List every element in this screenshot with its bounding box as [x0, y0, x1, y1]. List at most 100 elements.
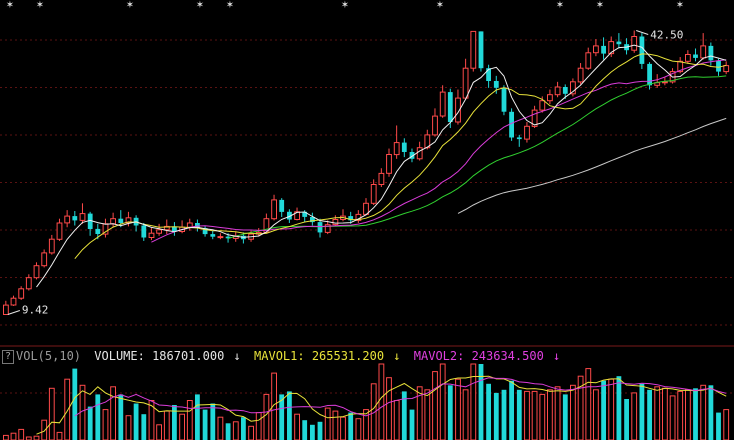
volume-bar: [133, 403, 139, 440]
volume-bar: [631, 392, 638, 440]
candle: [416, 147, 423, 160]
volume-bar: [302, 420, 308, 440]
volume-bar: [424, 389, 431, 440]
candle: [148, 232, 155, 238]
volume-bar: [439, 363, 446, 440]
volume-bar: [10, 432, 17, 440]
volume-legend: ? VOL(5,10) VOLUME: 186701.000 ↓ MAVOL1: …: [0, 348, 734, 364]
volume-bar: [172, 405, 177, 440]
candle: [708, 45, 714, 61]
volume-bar: [64, 378, 71, 440]
candle: [723, 65, 730, 73]
volume-bar: [33, 435, 40, 440]
event-marker-icon: ✶: [6, 0, 14, 11]
low-price-label: 9.42: [22, 303, 49, 316]
volume-value-label: VOLUME: 186701.000: [94, 349, 225, 363]
event-marker-icon: ✶: [596, 0, 604, 11]
volume-bar: [708, 385, 714, 440]
volume-bar: [317, 421, 323, 440]
volume-bar: [310, 424, 315, 440]
volume-bar: [87, 406, 93, 440]
candle: [317, 222, 323, 233]
volume-bar: [225, 423, 231, 440]
candle: [501, 87, 507, 112]
volume-bar: [3, 434, 9, 440]
event-marker-icon: ✶: [226, 0, 234, 11]
volume-bar: [570, 384, 576, 440]
volume-bar: [72, 368, 78, 440]
candle: [539, 100, 546, 111]
volume-bar: [409, 409, 415, 440]
candle: [64, 215, 71, 224]
volume-bar: [287, 391, 292, 440]
volume-bar: [232, 421, 239, 440]
volume-bar: [716, 412, 721, 440]
volume-bar: [202, 409, 208, 440]
event-marker-icon: ✶: [436, 0, 444, 11]
candle: [48, 238, 55, 254]
event-marker-icon: ✶: [341, 0, 349, 11]
volume-bar: [585, 368, 592, 440]
high-price-label: 42.50: [650, 29, 683, 42]
volume-bar: [18, 428, 25, 440]
volume-bar: [662, 387, 668, 440]
volume-bar: [509, 380, 514, 440]
candle: [577, 67, 584, 83]
volume-bar: [294, 413, 301, 440]
volume-bar: [248, 425, 254, 440]
volume-arrow: ↓: [233, 349, 241, 363]
event-marker-icon: ✶: [196, 0, 204, 11]
candle: [3, 304, 9, 316]
volume-bar: [210, 403, 216, 440]
volume-bar: [355, 418, 362, 440]
volume-bar: [118, 394, 124, 440]
volume-bar: [125, 415, 132, 440]
event-marker-icon: ✶: [36, 0, 44, 11]
candle: [156, 229, 162, 234]
volume-bar: [447, 385, 453, 440]
candle: [33, 265, 40, 279]
event-marker-icon: ✶: [556, 0, 564, 11]
volume-bar: [432, 371, 438, 440]
volume-bar: [486, 383, 491, 440]
volume-bar: [647, 389, 652, 440]
vol-indicator-name[interactable]: VOL(5,10): [16, 349, 81, 363]
event-marker-icon: ✶: [126, 0, 134, 11]
candle: [562, 87, 568, 94]
volume-bar: [700, 384, 707, 440]
volume-bar: [324, 407, 331, 440]
candle: [478, 31, 484, 69]
candle: [279, 199, 285, 212]
volume-bar: [593, 389, 599, 440]
volume-bar: [141, 414, 147, 440]
volume-bar: [455, 378, 461, 440]
mavol1-arrow: ↓: [393, 349, 401, 363]
volume-bar: [110, 386, 116, 440]
candle: [25, 277, 32, 290]
candle: [10, 297, 17, 306]
candle: [647, 63, 652, 86]
volume-bar: [608, 378, 615, 440]
volume-bar: [685, 389, 691, 440]
volume-bar: [616, 376, 622, 440]
candle: [332, 219, 339, 226]
volume-bar: [102, 409, 109, 440]
volume-bar: [241, 417, 246, 440]
volume-bar: [255, 412, 262, 440]
event-marker-icon: ✶: [676, 0, 684, 11]
candle: [378, 172, 385, 185]
volume-bar: [348, 412, 354, 440]
candle: [593, 45, 599, 54]
candle: [401, 142, 407, 152]
volume-bar: [186, 400, 193, 440]
volume-bar: [539, 393, 546, 440]
candle: [370, 184, 377, 204]
help-button[interactable]: ?: [2, 349, 14, 364]
candle: [693, 54, 698, 58]
volume-bar: [217, 416, 224, 440]
candle: [210, 234, 216, 237]
candle: [439, 91, 446, 117]
volume-bar: [332, 410, 339, 440]
volume-bar: [516, 389, 522, 440]
volume-bar: [462, 389, 469, 440]
